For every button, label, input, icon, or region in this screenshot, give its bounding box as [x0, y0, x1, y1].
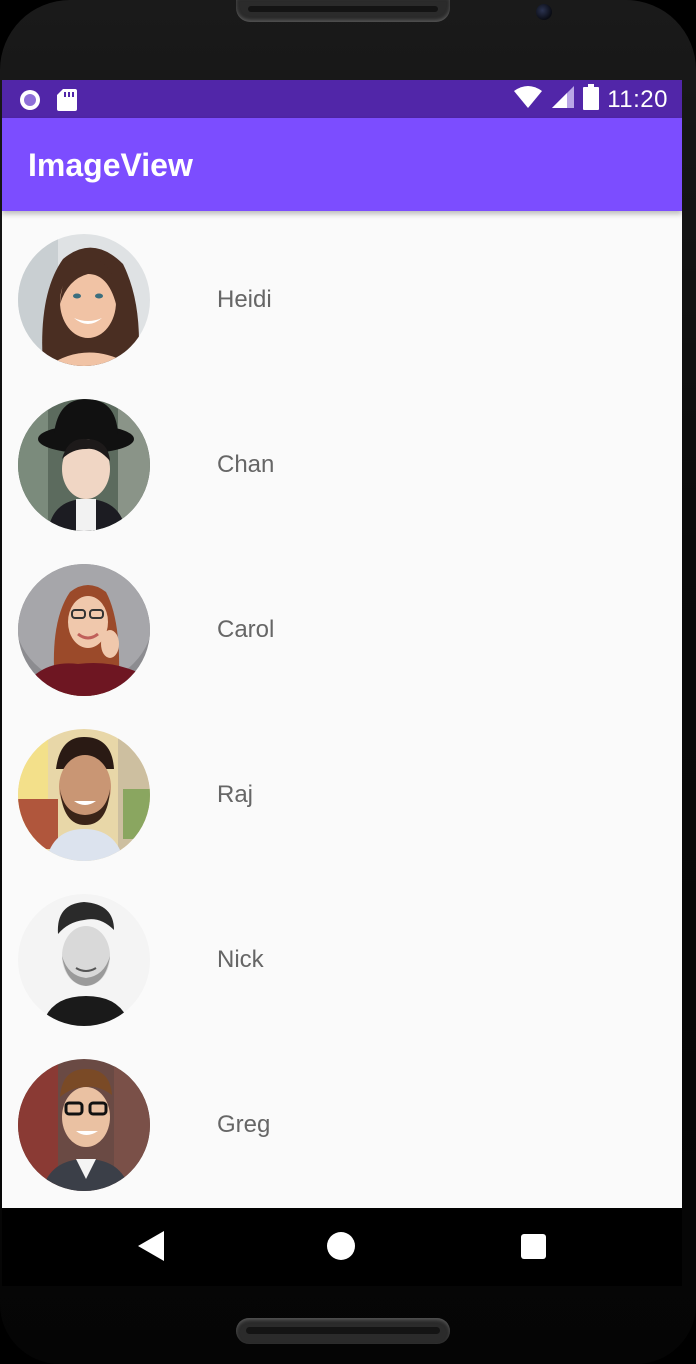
avatar-heidi: [18, 234, 150, 366]
status-bar: 11:20: [2, 80, 682, 118]
recents-icon[interactable]: [521, 1234, 546, 1259]
contact-name: Greg: [217, 1111, 271, 1138]
avatar-nick: [18, 894, 150, 1026]
front-camera: [536, 4, 552, 20]
list-item[interactable]: Greg: [2, 1036, 682, 1201]
home-icon[interactable]: [327, 1232, 355, 1260]
nav-bar: [2, 1208, 682, 1286]
avatar-greg: [18, 1059, 150, 1191]
sd-card-icon: [56, 88, 78, 117]
contact-name: Chan: [217, 451, 275, 478]
phone-frame: 11:20 ImageView Heidi Chan Carol Raj Nic…: [0, 0, 696, 1364]
signal-icon: [551, 85, 575, 114]
list-item[interactable]: Heidi: [2, 211, 682, 376]
screen: 11:20 ImageView Heidi Chan Carol Raj Nic…: [2, 80, 682, 1208]
contact-name: Carol: [217, 616, 275, 643]
contact-list: Heidi Chan Carol Raj Nick Greg: [2, 211, 682, 1201]
contact-name: Heidi: [217, 286, 272, 313]
list-item[interactable]: Raj: [2, 706, 682, 871]
avatar-raj: [18, 729, 150, 861]
contact-name: Raj: [217, 781, 254, 808]
bottom-speaker: [236, 1318, 450, 1344]
app-title: ImageView: [28, 147, 193, 183]
top-speaker: [236, 0, 450, 22]
wifi-icon: [513, 85, 543, 114]
notification-circle-icon: [18, 88, 42, 117]
contact-name: Nick: [217, 946, 264, 973]
list-item[interactable]: Nick: [2, 871, 682, 1036]
battery-icon: [583, 84, 600, 115]
back-icon[interactable]: [138, 1231, 164, 1266]
list-item[interactable]: Carol: [2, 541, 682, 706]
avatar-chan: [18, 399, 150, 531]
app-bar: ImageView: [2, 118, 682, 211]
status-time: 11:20: [607, 85, 668, 113]
list-item[interactable]: Chan: [2, 376, 682, 541]
avatar-carol: [18, 564, 150, 696]
